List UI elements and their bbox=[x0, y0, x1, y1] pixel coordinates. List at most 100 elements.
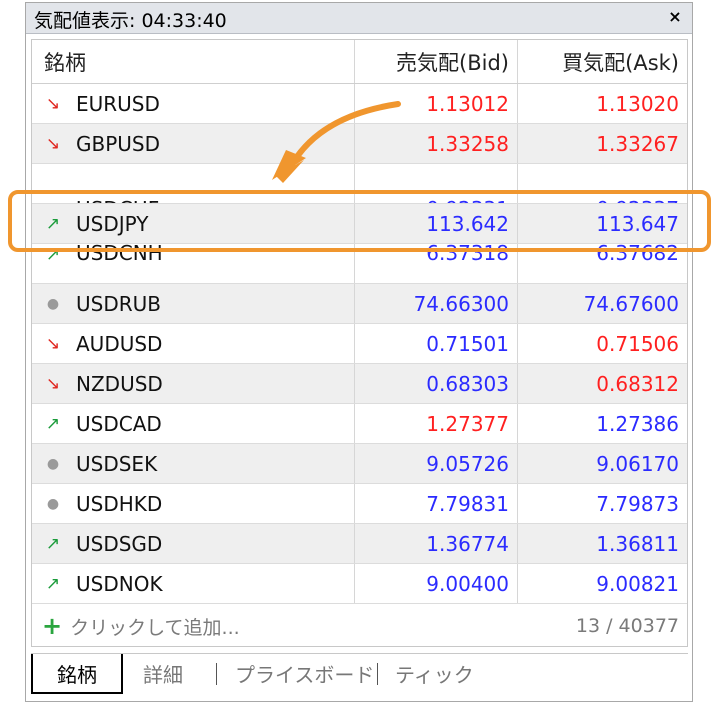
ask-cell: 1.36811 bbox=[518, 524, 687, 563]
symbol-name: USDCNH bbox=[76, 244, 163, 265]
ask-cell: 7.79873 bbox=[518, 484, 687, 523]
trend-up-icon: ↗ bbox=[44, 201, 62, 203]
trend-flat-icon: ● bbox=[46, 295, 60, 312]
bid-cell: 1.27377 bbox=[355, 404, 518, 443]
title-bar[interactable]: 気配値表示: 04:33:40 × bbox=[26, 3, 692, 34]
add-symbol-label: クリックして追加... bbox=[70, 616, 240, 639]
table-row[interactable]: ↘ NZDUSD 0.68303 0.68312 bbox=[32, 364, 687, 404]
symbol-name: USDCAD bbox=[76, 411, 162, 436]
symbol-cell: ↘ GBPUSD bbox=[32, 124, 355, 163]
table-row[interactable]: ● USDSEK 9.05726 9.06170 bbox=[32, 444, 687, 484]
ask-cell: 0.71506 bbox=[518, 324, 687, 363]
symbol-cell: ↗ USDSGD bbox=[32, 524, 355, 563]
symbol-name: EURUSD bbox=[76, 91, 160, 116]
symbol-cell: ↗ USDCHF bbox=[32, 164, 355, 203]
ask-price: 74.67600 bbox=[583, 291, 679, 316]
tab-separator bbox=[216, 663, 217, 685]
symbol-name: USDRUB bbox=[76, 291, 161, 316]
trend-up-icon: ↗ bbox=[45, 213, 61, 234]
bid-price: 9.00400 bbox=[426, 571, 509, 596]
tab-symbols[interactable]: 銘柄 bbox=[31, 654, 123, 694]
table-row[interactable]: ↘ GBPUSD 1.33258 1.33267 bbox=[32, 124, 687, 164]
ask-cell: 0.68312 bbox=[518, 364, 687, 403]
table-row[interactable]: ↗ USDCAD 1.27377 1.27386 bbox=[32, 404, 687, 444]
ask-price: 1.36811 bbox=[596, 531, 679, 556]
bid-cell: 9.05726 bbox=[355, 444, 518, 483]
symbol-name: USDHKD bbox=[76, 491, 163, 516]
market-watch-window: 気配値表示: 04:33:40 × 銘柄 売気配(Bid) 買気配(Ask) ↘… bbox=[25, 2, 693, 702]
trend-up-icon: ↗ bbox=[45, 573, 61, 594]
symbol-cell: ↗ USDNOK bbox=[32, 564, 355, 603]
ask-cell: 9.00821 bbox=[518, 564, 687, 603]
table-row[interactable]: ↗ USDNOK 9.00400 9.00821 bbox=[32, 564, 687, 604]
ask-price: 0.92337 bbox=[596, 197, 679, 203]
symbol-name: USDSGD bbox=[76, 531, 163, 556]
ask-cell: 1.33267 bbox=[518, 124, 687, 163]
tab-separator bbox=[377, 663, 378, 685]
tab-bar: 銘柄 詳細 プライスボード ティック bbox=[31, 653, 688, 696]
add-symbol-row[interactable]: + クリックして追加... 13 / 40377 bbox=[32, 604, 687, 646]
bid-cell: 0.71501 bbox=[355, 324, 518, 363]
ask-cell: 0.92337 bbox=[518, 164, 687, 203]
plus-icon: + bbox=[42, 612, 63, 640]
window-title: 気配値表示: 04:33:40 bbox=[34, 10, 227, 32]
column-header-ask[interactable]: 買気配(Ask) bbox=[518, 40, 687, 83]
symbol-cell: ↘ AUDUSD bbox=[32, 324, 355, 363]
table-row[interactable]: ↗ USDCNH 6.37318 6.37682 bbox=[32, 244, 687, 284]
trend-up-icon: ↗ bbox=[45, 533, 61, 554]
symbol-cell: ↗ USDJPY bbox=[32, 204, 355, 243]
bid-price: 1.13012 bbox=[426, 91, 509, 116]
ask-cell: 1.13020 bbox=[518, 84, 687, 123]
bid-cell: 74.66300 bbox=[355, 284, 518, 323]
trend-up-icon: ↗ bbox=[45, 413, 61, 434]
close-icon[interactable]: × bbox=[666, 8, 684, 26]
symbol-cell: ↘ EURUSD bbox=[32, 84, 355, 123]
ask-price: 6.37682 bbox=[596, 244, 679, 265]
bid-price: 6.37318 bbox=[426, 244, 509, 265]
bid-price: 74.66300 bbox=[413, 291, 509, 316]
symbol-name: USDCHF bbox=[76, 197, 159, 203]
trend-down-icon: ↘ bbox=[45, 133, 61, 154]
table-header: 銘柄 売気配(Bid) 買気配(Ask) bbox=[32, 40, 687, 84]
symbol-cell: ↗ USDCNH bbox=[32, 244, 355, 283]
table-row[interactable]: ↗ USDJPY 113.642 113.647 bbox=[32, 204, 687, 244]
symbol-cell: ● USDSEK bbox=[32, 444, 355, 483]
ask-cell: 9.06170 bbox=[518, 444, 687, 483]
table-row[interactable]: ↘ EURUSD 1.13012 1.13020 bbox=[32, 84, 687, 124]
ask-price: 7.79873 bbox=[596, 491, 679, 516]
trend-down-icon: ↘ bbox=[45, 93, 61, 114]
trend-down-icon: ↘ bbox=[45, 333, 61, 354]
symbol-cell: ● USDRUB bbox=[32, 284, 355, 323]
table-row[interactable]: ● USDHKD 7.79831 7.79873 bbox=[32, 484, 687, 524]
tab-details[interactable]: 詳細 bbox=[143, 654, 183, 692]
ask-cell: 1.27386 bbox=[518, 404, 687, 443]
table-row[interactable]: ↗ USDCHF 0.92331 0.92337 bbox=[32, 164, 687, 204]
column-header-bid[interactable]: 売気配(Bid) bbox=[355, 40, 518, 83]
table-row[interactable]: ↘ AUDUSD 0.71501 0.71506 bbox=[32, 324, 687, 364]
bid-cell: 9.00400 bbox=[355, 564, 518, 603]
ask-cell: 6.37682 bbox=[518, 244, 687, 283]
table-row[interactable]: ↗ USDSGD 1.36774 1.36811 bbox=[32, 524, 687, 564]
bid-cell: 7.79831 bbox=[355, 484, 518, 523]
bid-price: 0.68303 bbox=[426, 371, 509, 396]
table-row[interactable]: ● USDRUB 74.66300 74.67600 bbox=[32, 284, 687, 324]
symbol-table: 銘柄 売気配(Bid) 買気配(Ask) ↘ EURUSD 1.13012 1.130… bbox=[31, 39, 688, 647]
trend-up-icon: ↗ bbox=[45, 245, 61, 265]
symbol-cell: ↘ NZDUSD bbox=[32, 364, 355, 403]
symbol-name: USDNOK bbox=[76, 571, 163, 596]
trend-flat-icon: ● bbox=[46, 495, 60, 512]
bid-cell: 6.37318 bbox=[355, 244, 518, 283]
column-header-symbol[interactable]: 銘柄 bbox=[32, 40, 355, 83]
tab-ticks[interactable]: ティック bbox=[395, 654, 474, 692]
bid-cell: 1.33258 bbox=[355, 124, 518, 163]
bid-price: 0.71501 bbox=[426, 331, 509, 356]
symbol-name: AUDUSD bbox=[76, 331, 163, 356]
bid-cell: 1.13012 bbox=[355, 84, 518, 123]
bid-price: 9.05726 bbox=[426, 451, 509, 476]
ask-cell: 113.647 bbox=[518, 204, 687, 243]
ask-price: 9.00821 bbox=[596, 571, 679, 596]
bid-cell: 1.36774 bbox=[355, 524, 518, 563]
ask-price: 1.13020 bbox=[596, 91, 679, 116]
ask-price: 1.27386 bbox=[596, 411, 679, 436]
tab-price-board[interactable]: プライスボード bbox=[235, 654, 374, 692]
